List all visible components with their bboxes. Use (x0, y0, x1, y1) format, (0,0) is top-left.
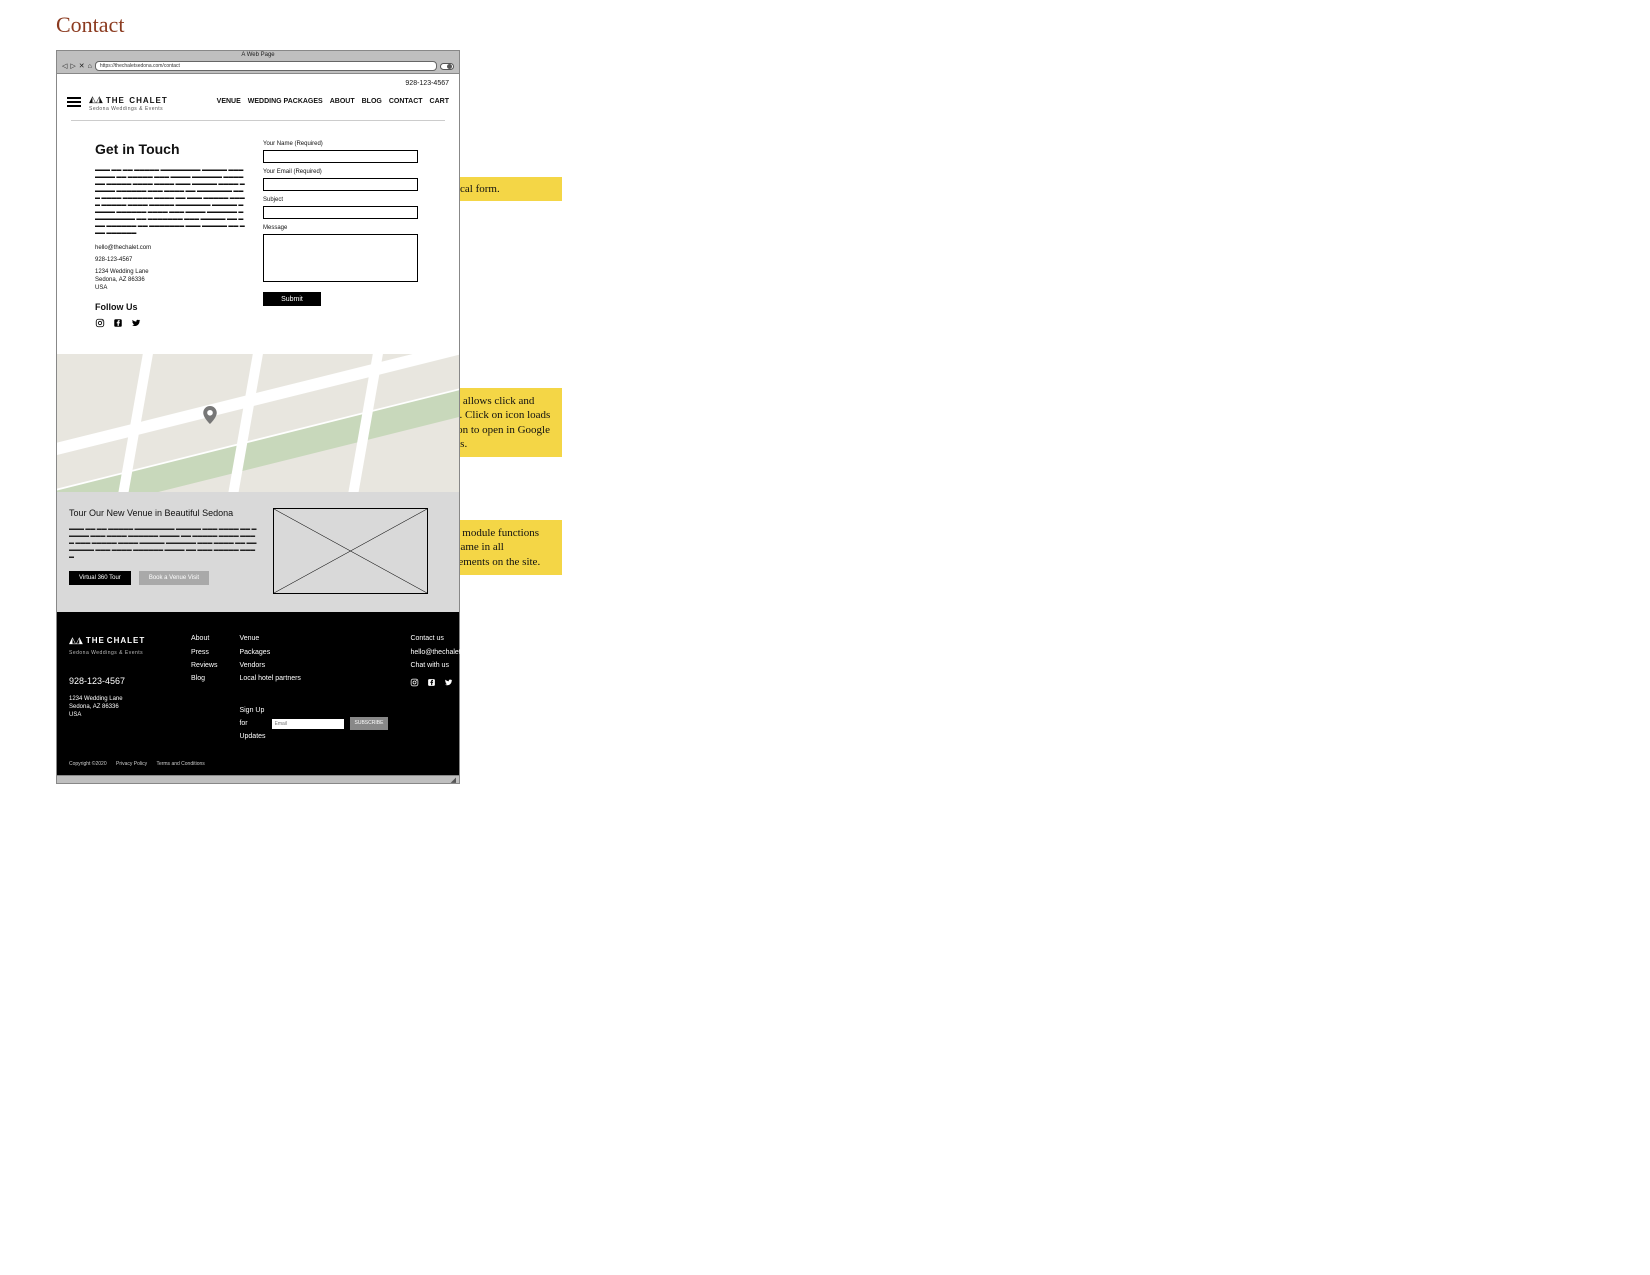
follow-heading: Follow Us (95, 302, 245, 312)
image-placeholder (273, 508, 428, 594)
footer-logo-bottom: CHALET (107, 636, 145, 645)
nav-cart[interactable]: CART (430, 98, 449, 105)
name-label: Your Name (Required) (263, 141, 441, 147)
mountain-icon: ◭◮ (69, 632, 83, 649)
addr-line: USA (69, 712, 169, 720)
footer-link-about[interactable]: About (191, 632, 217, 645)
subscribe-button[interactable]: SUBSCRIBE (350, 717, 389, 731)
terms-link[interactable]: Terms and Conditions (156, 761, 204, 767)
addr-line: 1234 Wedding Lane (69, 696, 169, 704)
tour-heading: Tour Our New Venue in Beautiful Sedona (69, 508, 259, 518)
instagram-icon[interactable] (95, 318, 105, 328)
logo[interactable]: ◭◮ THE CHALET Sedona Weddings & Events (89, 91, 168, 112)
tour-copy-placeholder: ▬▬▬ ▬▬ ▬▬ ▬▬▬▬▬ ▬▬▬▬▬▬▬▬ ▬▬▬▬▬ ▬▬▬ ▬▬▬▬ … (69, 526, 259, 561)
copyright: Copyright ©2020 (69, 761, 107, 767)
home-icon[interactable]: ⌂ (88, 63, 92, 70)
book-visit-button[interactable]: Book a Venue Visit (139, 571, 209, 585)
subject-label: Subject (263, 197, 441, 203)
site-header: 928-123-4567 ◭◮ THE CHALET Sedona Weddin… (57, 74, 459, 116)
logo-text-bottom: CHALET (129, 96, 167, 105)
stop-icon[interactable]: ✕ (79, 62, 85, 70)
body-copy-placeholder: ▬▬▬ ▬▬ ▬▬ ▬▬▬▬▬ ▬▬▬▬▬▬▬▬ ▬▬▬▬▬ ▬▬▬ ▬▬▬▬ … (95, 167, 245, 237)
resize-grip-icon[interactable] (57, 775, 459, 783)
addr-line: Sedona, AZ 86336 (95, 277, 245, 285)
twitter-icon[interactable] (444, 678, 453, 687)
contact-heading: Get in Touch (95, 141, 245, 157)
email-label: Your Email (Required) (263, 169, 441, 175)
footer-link-press[interactable]: Press (191, 646, 217, 659)
facebook-icon[interactable] (113, 318, 123, 328)
subject-field[interactable] (263, 206, 418, 219)
email-field[interactable] (263, 178, 418, 191)
contact-phone: 928-123-4567 (95, 257, 245, 263)
footer-legal: Copyright ©2020 Privacy Policy Terms and… (69, 761, 447, 767)
footer-address: 1234 Wedding Lane Sedona, AZ 86336 USA (69, 696, 169, 719)
footer-email[interactable]: hello@thechalet.com (410, 646, 475, 659)
browser-window-label: A Web Page (57, 51, 459, 59)
logo-subtitle: Sedona Weddings & Events (89, 107, 168, 112)
page-title: Contact (56, 12, 124, 38)
facebook-icon[interactable] (427, 678, 436, 687)
addr-line: 1234 Wedding Lane (95, 269, 245, 277)
main-nav: VENUE WEDDING PACKAGES ABOUT BLOG CONTAC… (217, 98, 449, 105)
hamburger-icon[interactable] (67, 97, 81, 107)
contact-address: 1234 Wedding Lane Sedona, AZ 86336 USA (95, 269, 245, 292)
contact-form: Your Name (Required) Your Email (Require… (263, 141, 441, 328)
addr-line: Sedona, AZ 86336 (69, 704, 169, 712)
tour-module: Tour Our New Venue in Beautiful Sedona ▬… (57, 492, 459, 612)
footer-logo-sub: Sedona Weddings & Events (69, 649, 169, 659)
nav-about[interactable]: ABOUT (330, 98, 355, 105)
footer-link-packages[interactable]: Packages (239, 646, 388, 659)
message-label: Message (263, 225, 441, 231)
addr-line: USA (95, 285, 245, 293)
contact-email: hello@thechalet.com (95, 245, 245, 251)
submit-button[interactable]: Submit (263, 292, 321, 306)
footer-col-company: About Press Reviews Blog (191, 632, 217, 743)
footer-phone: 928-123-4567 (69, 673, 169, 690)
footer-contact-heading: Contact us (410, 632, 475, 645)
signup-label: Sign Up for Updates (239, 704, 265, 744)
footer-logo-top: THE (86, 636, 105, 645)
nav-contact[interactable]: CONTACT (389, 98, 423, 105)
footer-social (410, 678, 475, 687)
wireframe-browser-frame: A Web Page ◁ ▷ ✕ ⌂ https://thechaletsedo… (56, 50, 460, 784)
browser-toggle[interactable] (440, 63, 454, 70)
browser-chrome: A Web Page ◁ ▷ ✕ ⌂ https://thechaletsedo… (57, 51, 459, 74)
site-footer: ◭◮ THE CHALET Sedona Weddings & Events 9… (57, 612, 459, 775)
footer-link-blog[interactable]: Blog (191, 672, 217, 685)
back-icon[interactable]: ◁ (62, 62, 67, 70)
map[interactable] (57, 354, 459, 492)
virtual-tour-button[interactable]: Virtual 360 Tour (69, 571, 131, 585)
footer-link-reviews[interactable]: Reviews (191, 659, 217, 672)
privacy-link[interactable]: Privacy Policy (116, 761, 147, 767)
nav-blog[interactable]: BLOG (362, 98, 382, 105)
footer-col-contact: Contact us hello@thechalet.com Chat with… (410, 632, 475, 743)
footer-col-offerings: Venue Packages Vendors Local hotel partn… (239, 632, 388, 743)
mountain-icon: ◭◮ (89, 95, 103, 104)
message-field[interactable] (263, 234, 418, 282)
contact-section: Get in Touch ▬▬▬ ▬▬ ▬▬ ▬▬▬▬▬ ▬▬▬▬▬▬▬▬ ▬▬… (57, 121, 459, 354)
social-row (95, 318, 245, 328)
nav-venue[interactable]: VENUE (217, 98, 241, 105)
footer-link-hotels[interactable]: Local hotel partners (239, 672, 388, 685)
footer-chat[interactable]: Chat with us (410, 659, 475, 672)
signup-email-field[interactable] (272, 719, 344, 729)
forward-icon[interactable]: ▷ (70, 62, 75, 70)
map-pin-icon[interactable] (203, 406, 217, 427)
logo-text-top: THE (106, 96, 125, 105)
nav-packages[interactable]: WEDDING PACKAGES (248, 98, 323, 105)
url-bar[interactable]: https://thechaletsedona.com/contact (95, 61, 437, 71)
footer-logo[interactable]: ◭◮ THE CHALET (69, 632, 169, 649)
footer-link-venue[interactable]: Venue (239, 632, 388, 645)
name-field[interactable] (263, 150, 418, 163)
header-phone: 928-123-4567 (67, 80, 449, 87)
footer-link-vendors[interactable]: Vendors (239, 659, 388, 672)
twitter-icon[interactable] (131, 318, 141, 328)
instagram-icon[interactable] (410, 678, 419, 687)
